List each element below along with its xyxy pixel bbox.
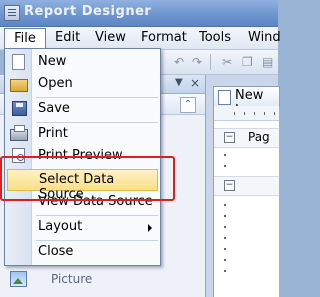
ruler-tick <box>254 112 255 115</box>
collapse-icon[interactable]: − <box>224 180 235 191</box>
printer-icon <box>10 125 28 141</box>
detail-section[interactable]: − <box>214 176 279 196</box>
menu-item-print[interactable]: Print <box>7 123 158 145</box>
menu-bar: File Edit View Format Tools Wind <box>0 27 281 50</box>
menu-item-label: Print <box>38 126 68 141</box>
menu-item-label: Save <box>38 101 70 116</box>
menu-item-new[interactable]: New <box>7 51 158 73</box>
chevron-up-icon[interactable]: ⌃ <box>180 97 196 113</box>
document-tab[interactable]: New Lay <box>213 86 280 118</box>
section-ruler <box>224 204 226 281</box>
collapse-icon[interactable]: − <box>224 132 235 143</box>
report-document-icon <box>218 90 231 105</box>
menu-view[interactable]: View <box>95 27 126 49</box>
standard-toolbar: ↶ ↷ ✂ ❐ ▤ <box>160 50 278 75</box>
menu-file[interactable]: File <box>4 28 46 50</box>
ruler-tick <box>244 112 245 115</box>
pin-icon[interactable]: ▼ <box>175 77 183 88</box>
ruler-tick <box>234 112 235 115</box>
menu-item-save[interactable]: Save <box>7 98 158 120</box>
menu-edit[interactable]: Edit <box>55 27 80 49</box>
menu-item-layout[interactable]: Layout <box>7 216 158 238</box>
highlight-annotation-box <box>0 156 175 201</box>
undo-icon[interactable]: ↶ <box>174 56 186 68</box>
app-icon <box>4 5 20 21</box>
copy-icon[interactable]: ❐ <box>242 56 254 68</box>
menu-tools[interactable]: Tools <box>199 27 231 49</box>
section-label: Pag <box>248 130 270 144</box>
toolbar-separator <box>210 54 211 70</box>
page-header-section[interactable]: − Pag <box>214 128 279 148</box>
ruler <box>214 106 279 121</box>
open-folder-icon <box>10 79 28 92</box>
menu-item-label: Open <box>38 76 73 91</box>
cut-icon[interactable]: ✂ <box>222 56 234 68</box>
close-icon[interactable]: × <box>190 76 200 90</box>
picture-icon <box>10 271 27 287</box>
menu-item-close[interactable]: Close <box>7 241 158 263</box>
report-design-surface[interactable]: − Pag − <box>213 106 279 297</box>
save-disk-icon <box>12 101 27 116</box>
menu-window[interactable]: Wind <box>248 27 281 49</box>
window-title: Report Designer <box>24 4 152 19</box>
paste-icon[interactable]: ▤ <box>262 56 274 68</box>
toolbox-item-picture[interactable]: Picture <box>51 272 92 286</box>
title-bar: Report Designer <box>0 0 278 27</box>
new-document-icon <box>12 54 25 70</box>
ruler-tick <box>264 112 265 115</box>
menu-item-label: New <box>38 54 67 69</box>
menu-item-open[interactable]: Open <box>7 73 158 95</box>
menu-item-label: Layout <box>38 219 83 234</box>
redo-icon[interactable]: ↷ <box>192 56 204 68</box>
menu-item-label: Close <box>38 244 74 259</box>
ruler-tick <box>274 112 275 115</box>
menu-format[interactable]: Format <box>141 27 187 49</box>
submenu-arrow-icon <box>148 224 152 232</box>
